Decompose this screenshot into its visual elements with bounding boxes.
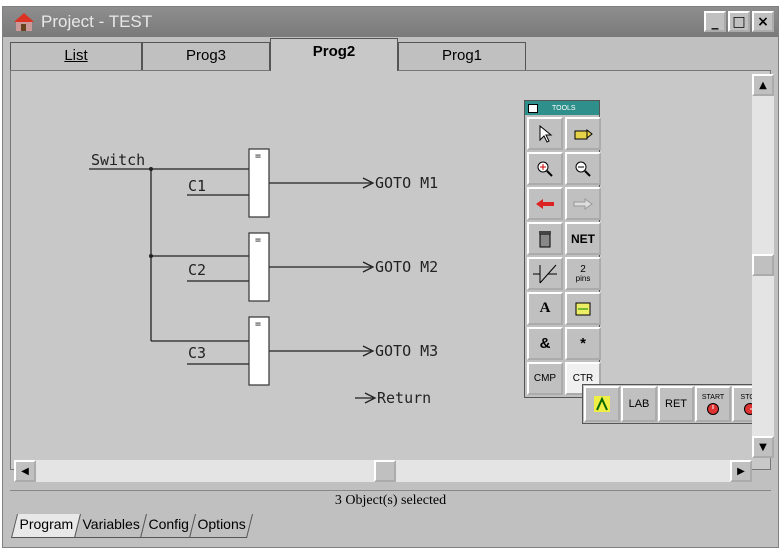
project-icon bbox=[11, 9, 37, 35]
move-left-button[interactable] bbox=[527, 187, 563, 220]
window-title: Project - TEST bbox=[41, 12, 153, 31]
pointer-tool-button[interactable] bbox=[527, 117, 563, 150]
condition-c1: C1 bbox=[188, 177, 207, 195]
tab-prog3[interactable]: Prog3 bbox=[142, 42, 270, 70]
arrow-left-icon bbox=[536, 198, 554, 209]
or-button[interactable]: * bbox=[565, 327, 601, 360]
tab-prog1[interactable]: Prog1 bbox=[398, 42, 526, 70]
cmp-button[interactable]: CMP bbox=[527, 362, 563, 395]
ret-button[interactable]: RET bbox=[658, 386, 694, 422]
condition-c3: C3 bbox=[188, 344, 207, 362]
title-bar[interactable]: Project - TEST _ □ × bbox=[3, 7, 778, 37]
jump-button[interactable] bbox=[584, 386, 620, 422]
zoom-in-icon bbox=[537, 161, 553, 177]
goto-m2[interactable]: GOTO M2 bbox=[375, 258, 438, 276]
hand-tool-button[interactable] bbox=[565, 117, 601, 150]
status-bar: 3 Object(s) selected bbox=[10, 490, 771, 510]
condition-c2: C2 bbox=[188, 261, 207, 279]
goto-m1[interactable]: GOTO M1 bbox=[375, 174, 438, 192]
vertical-scrollbar[interactable]: ▲ ▼ bbox=[752, 74, 774, 458]
tool-palette: TOOLS NET 2 pins A & * CMP CTR bbox=[524, 100, 601, 398]
tab-config[interactable]: Config bbox=[140, 514, 197, 538]
scroll-left-button[interactable]: ◀ bbox=[14, 460, 36, 482]
bottom-tabs: Program Variables Config Options bbox=[11, 514, 254, 538]
close-button[interactable]: × bbox=[752, 11, 774, 32]
switch-label: Switch bbox=[91, 151, 146, 169]
net-button[interactable]: NET bbox=[565, 222, 601, 255]
zoom-in-button[interactable] bbox=[527, 152, 563, 185]
pins-label: pins bbox=[575, 273, 591, 283]
horizontal-scroll-thumb[interactable] bbox=[374, 460, 396, 482]
alarm-clock-icon bbox=[707, 402, 719, 415]
scroll-right-button[interactable]: ▶ bbox=[730, 460, 752, 482]
delete-button[interactable] bbox=[527, 222, 563, 255]
contact-icon bbox=[533, 264, 557, 283]
tool-palette-extension: LAB RET START STOP bbox=[582, 384, 770, 424]
hand-icon bbox=[574, 128, 593, 139]
and-button[interactable]: & bbox=[527, 327, 563, 360]
goto-m3[interactable]: GOTO M3 bbox=[375, 342, 438, 360]
start-button[interactable]: START bbox=[695, 386, 731, 422]
pointer-icon bbox=[539, 124, 553, 143]
text-button[interactable]: A bbox=[527, 292, 563, 325]
maximize-button[interactable]: □ bbox=[728, 11, 750, 32]
wire-edit-icon bbox=[575, 302, 591, 315]
lab-button[interactable]: LAB bbox=[621, 386, 657, 422]
compare-block-1[interactable]: = bbox=[255, 151, 261, 162]
tool-palette-header[interactable]: TOOLS bbox=[525, 101, 599, 115]
trash-icon bbox=[539, 230, 551, 247]
compare-block-3[interactable]: = bbox=[255, 319, 261, 330]
tab-options[interactable]: Options bbox=[189, 514, 254, 538]
return-label[interactable]: Return bbox=[377, 389, 431, 407]
minimize-button[interactable]: _ bbox=[704, 11, 726, 32]
tab-list[interactable]: List bbox=[10, 42, 142, 70]
tab-prog2[interactable]: Prog2 bbox=[270, 38, 398, 71]
jump-icon bbox=[594, 396, 610, 412]
tab-program[interactable]: Program bbox=[11, 514, 81, 538]
pins-count: 2 bbox=[580, 263, 586, 275]
zoom-out-icon bbox=[575, 161, 591, 177]
horizontal-scrollbar[interactable]: ◀ ▶ bbox=[14, 460, 752, 482]
pins-button[interactable]: 2 pins bbox=[565, 257, 601, 290]
scroll-up-button[interactable]: ▲ bbox=[752, 74, 774, 96]
move-right-button[interactable] bbox=[565, 187, 601, 220]
start-label: START bbox=[701, 393, 725, 401]
palette-close-box[interactable] bbox=[528, 103, 538, 113]
compare-block-2[interactable]: = bbox=[255, 235, 261, 246]
tool-palette-title: TOOLS bbox=[552, 104, 576, 112]
zoom-out-button[interactable] bbox=[565, 152, 601, 185]
vertical-scroll-thumb[interactable] bbox=[752, 254, 774, 276]
contact-button[interactable] bbox=[527, 257, 563, 290]
wire-edit-button[interactable] bbox=[565, 292, 601, 325]
arrow-right-icon bbox=[573, 197, 593, 210]
scroll-down-button[interactable]: ▼ bbox=[752, 436, 774, 458]
tab-variables[interactable]: Variables bbox=[73, 514, 148, 538]
